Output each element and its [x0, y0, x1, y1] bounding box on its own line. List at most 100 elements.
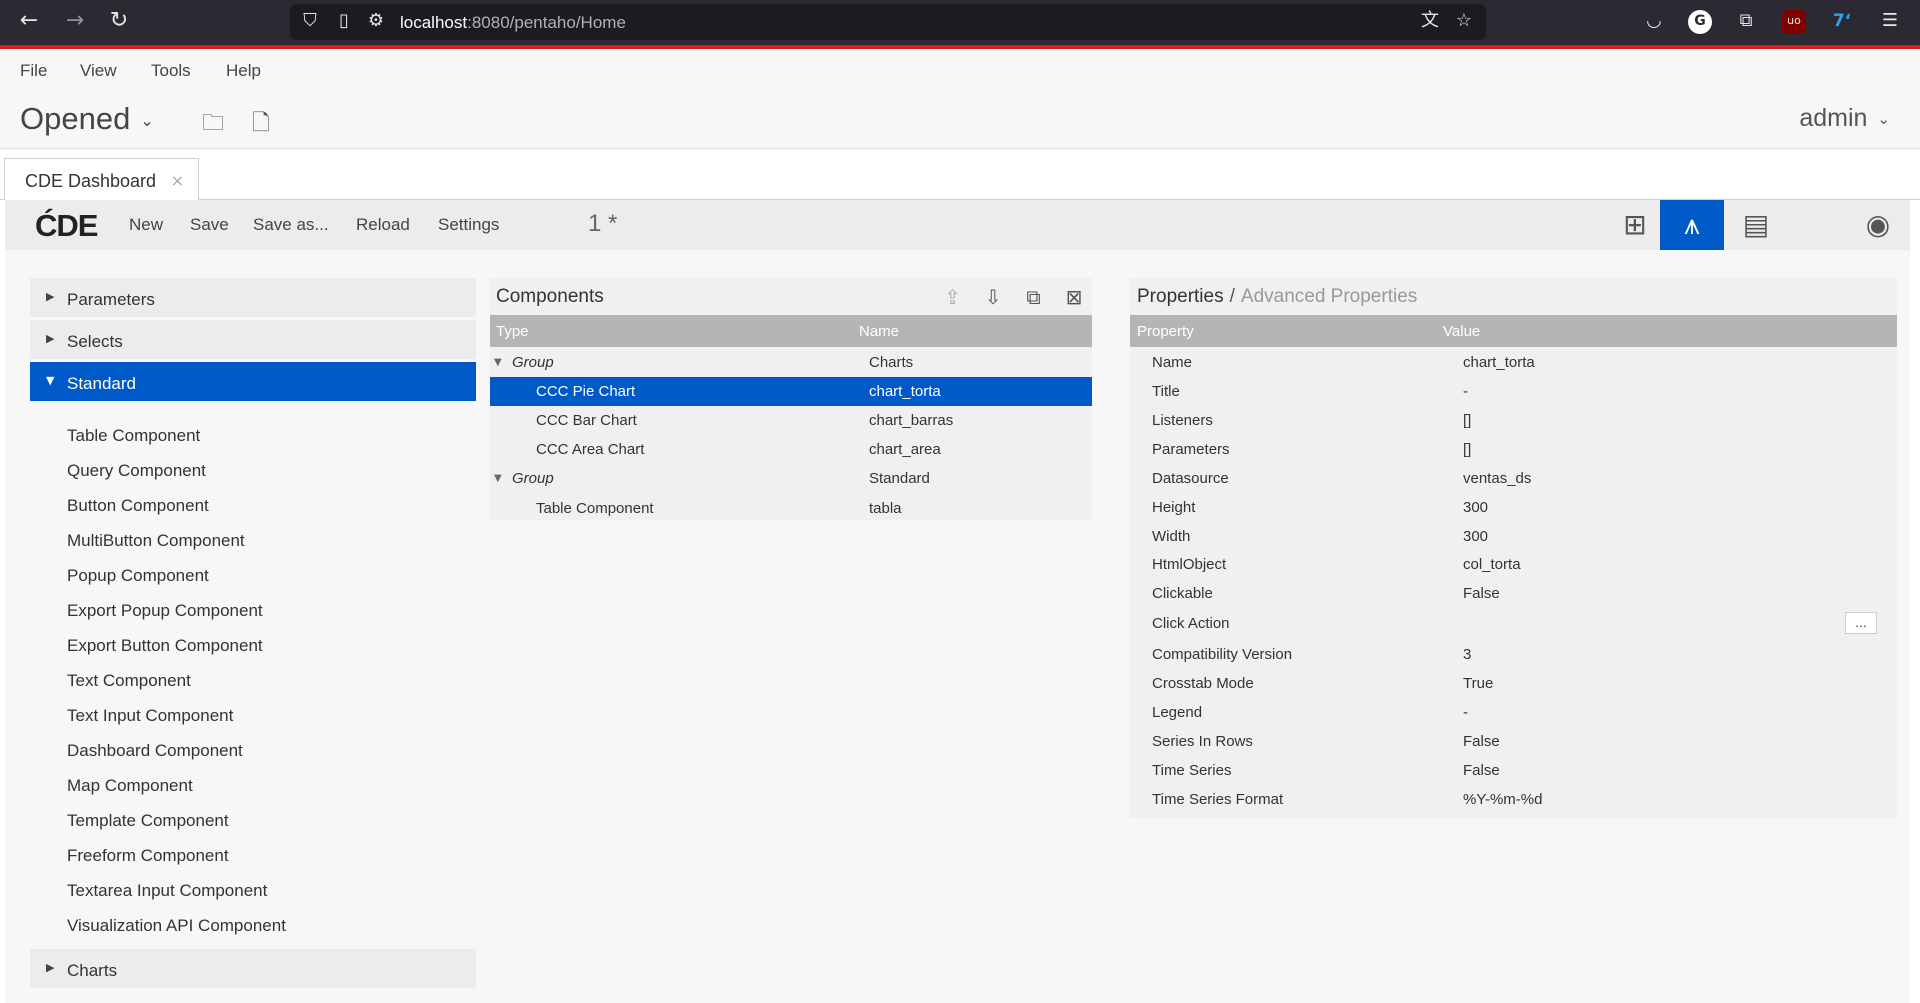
shield-icon[interactable]: ⛉	[298, 10, 322, 34]
section-parameters[interactable]: ▶ Parameters	[30, 278, 476, 320]
section-charts[interactable]: ▶ Charts	[30, 949, 476, 991]
open-folder-icon[interactable]: 🗀	[200, 106, 226, 136]
delete-icon[interactable]: ⊠	[1060, 282, 1088, 312]
property-value[interactable]: 300	[1463, 499, 1488, 516]
palette-item[interactable]: Text Component	[30, 663, 476, 698]
edit-click-action-button[interactable]: ...	[1845, 612, 1877, 634]
property-row[interactable]: HtmlObject col_torta	[1130, 550, 1897, 579]
property-value[interactable]: 300	[1463, 528, 1488, 545]
palette-item[interactable]: Table Component	[30, 418, 476, 453]
property-row[interactable]: Height 300	[1130, 493, 1897, 522]
move-up-icon[interactable]: ⇪	[939, 282, 967, 312]
address-bar[interactable]: ⛉ ▯ ⚙ localhost:8080/pentaho/Home 文 ☆	[290, 4, 1486, 40]
section-selects[interactable]: ▶ Selects	[30, 320, 476, 362]
menu-view[interactable]: View	[80, 61, 117, 81]
menu-file[interactable]: File	[20, 61, 47, 81]
palette-item[interactable]: Map Component	[30, 768, 476, 803]
component-row[interactable]: CCC Bar Chart chart_barras	[490, 406, 1092, 435]
palette-item[interactable]: Popup Component	[30, 558, 476, 593]
component-row[interactable]: Table Component tabla	[490, 494, 1092, 523]
tab-advanced-properties[interactable]: Advanced Properties	[1241, 286, 1417, 307]
palette-item[interactable]: Query Component	[30, 453, 476, 488]
palette-item[interactable]: MultiButton Component	[30, 523, 476, 558]
pocket-icon[interactable]: ◡	[1642, 10, 1666, 34]
save-as-button[interactable]: Save as...	[253, 215, 329, 235]
save-button[interactable]: Save	[190, 215, 229, 235]
layout-mode-icon[interactable]: ⊞	[1603, 200, 1667, 250]
grammarly-icon[interactable]: G	[1688, 10, 1712, 34]
perspective-selector[interactable]: Opened ⌄	[20, 101, 154, 137]
property-value[interactable]: col_torta	[1463, 556, 1521, 573]
property-row[interactable]: Clickable False	[1130, 579, 1897, 608]
collapse-icon[interactable]: ▼	[494, 473, 502, 484]
group-row[interactable]: ▼ Group Standard	[490, 464, 1092, 493]
new-file-icon[interactable]: 🗋	[248, 106, 274, 136]
palette-item[interactable]: Export Button Component	[30, 628, 476, 663]
preview-icon[interactable]: ◉	[1846, 200, 1910, 250]
hamburger-menu-icon[interactable]: ☰	[1878, 10, 1902, 34]
property-row[interactable]: Time Series False	[1130, 756, 1897, 785]
property-row[interactable]: Name chart_torta	[1130, 348, 1897, 377]
property-value[interactable]: ventas_ds	[1463, 470, 1531, 487]
menu-help[interactable]: Help	[226, 61, 261, 81]
bookmark-star-icon[interactable]: ☆	[1452, 10, 1476, 34]
translate-icon[interactable]: 文	[1418, 10, 1442, 34]
palette-item[interactable]: Button Component	[30, 488, 476, 523]
move-down-icon[interactable]: ⇩	[979, 282, 1007, 312]
components-mode-icon[interactable]: ⩚	[1660, 200, 1724, 250]
property-row[interactable]: Listeners []	[1130, 406, 1897, 435]
forward-icon[interactable]: →	[64, 10, 86, 32]
close-icon[interactable]: ×	[171, 171, 184, 190]
tab-properties[interactable]: Properties	[1137, 286, 1224, 307]
url-text[interactable]: localhost:8080/pentaho/Home	[400, 13, 626, 33]
property-row[interactable]: Datasource ventas_ds	[1130, 464, 1897, 493]
palette-item[interactable]: Visualization API Component	[30, 908, 476, 943]
property-row[interactable]: Click Action...	[1130, 609, 1897, 638]
addon-icon[interactable]: 7ʻ	[1830, 10, 1854, 34]
property-value[interactable]: True	[1463, 675, 1493, 692]
property-row[interactable]: Series In Rows False	[1130, 727, 1897, 756]
user-menu[interactable]: admin ⌄	[1799, 104, 1890, 133]
palette-item[interactable]: Textarea Input Component	[30, 873, 476, 908]
property-value[interactable]: False	[1463, 733, 1500, 750]
menu-tools[interactable]: Tools	[151, 61, 191, 81]
palette-item[interactable]: Export Popup Component	[30, 593, 476, 628]
property-value[interactable]: []	[1463, 441, 1471, 458]
reload-button[interactable]: Reload	[356, 215, 410, 235]
property-value[interactable]: -	[1463, 383, 1468, 400]
palette-item[interactable]: Template Component	[30, 803, 476, 838]
property-row[interactable]: Time Series Format %Y-%m-%d	[1130, 785, 1897, 814]
property-value[interactable]: 3	[1463, 646, 1471, 663]
property-value[interactable]: -	[1463, 704, 1468, 721]
palette-item[interactable]: Freeform Component	[30, 838, 476, 873]
reload-icon[interactable]: ↻	[108, 10, 130, 32]
property-row[interactable]: Compatibility Version 3	[1130, 640, 1897, 669]
back-icon[interactable]: ←	[18, 10, 40, 32]
row-type: Group	[512, 354, 554, 371]
palette-item[interactable]: Text Input Component	[30, 698, 476, 733]
settings-button[interactable]: Settings	[438, 215, 499, 235]
component-row[interactable]: CCC Area Chart chart_area	[490, 435, 1092, 464]
property-row[interactable]: Parameters []	[1130, 435, 1897, 464]
property-row[interactable]: Width 300	[1130, 522, 1897, 551]
duplicate-icon[interactable]: ⧉	[1020, 282, 1048, 312]
section-standard[interactable]: ▼ Standard	[30, 362, 476, 404]
property-value[interactable]: False	[1463, 762, 1500, 779]
palette-item[interactable]: Dashboard Component	[30, 733, 476, 768]
property-row[interactable]: Title -	[1130, 377, 1897, 406]
new-button[interactable]: New	[129, 215, 163, 235]
property-value[interactable]: []	[1463, 412, 1471, 429]
datasources-mode-icon[interactable]: ▤	[1724, 200, 1788, 250]
property-row[interactable]: Crosstab Mode True	[1130, 669, 1897, 698]
extensions-icon[interactable]: ⧉	[1734, 10, 1758, 34]
property-value[interactable]: %Y-%m-%d	[1463, 791, 1542, 808]
component-row[interactable]: CCC Pie Chart chart_torta	[490, 377, 1092, 406]
collapse-icon[interactable]: ▼	[494, 357, 502, 368]
ublock-icon[interactable]: uo	[1782, 10, 1806, 34]
property-row[interactable]: Legend -	[1130, 698, 1897, 727]
tab-cde-dashboard[interactable]: CDE Dashboard ×	[4, 158, 199, 200]
connection-icon[interactable]: ⚙	[364, 10, 388, 34]
property-value[interactable]: chart_torta	[1463, 354, 1535, 371]
group-row[interactable]: ▼ Group Charts	[490, 348, 1092, 377]
property-value[interactable]: False	[1463, 585, 1500, 602]
